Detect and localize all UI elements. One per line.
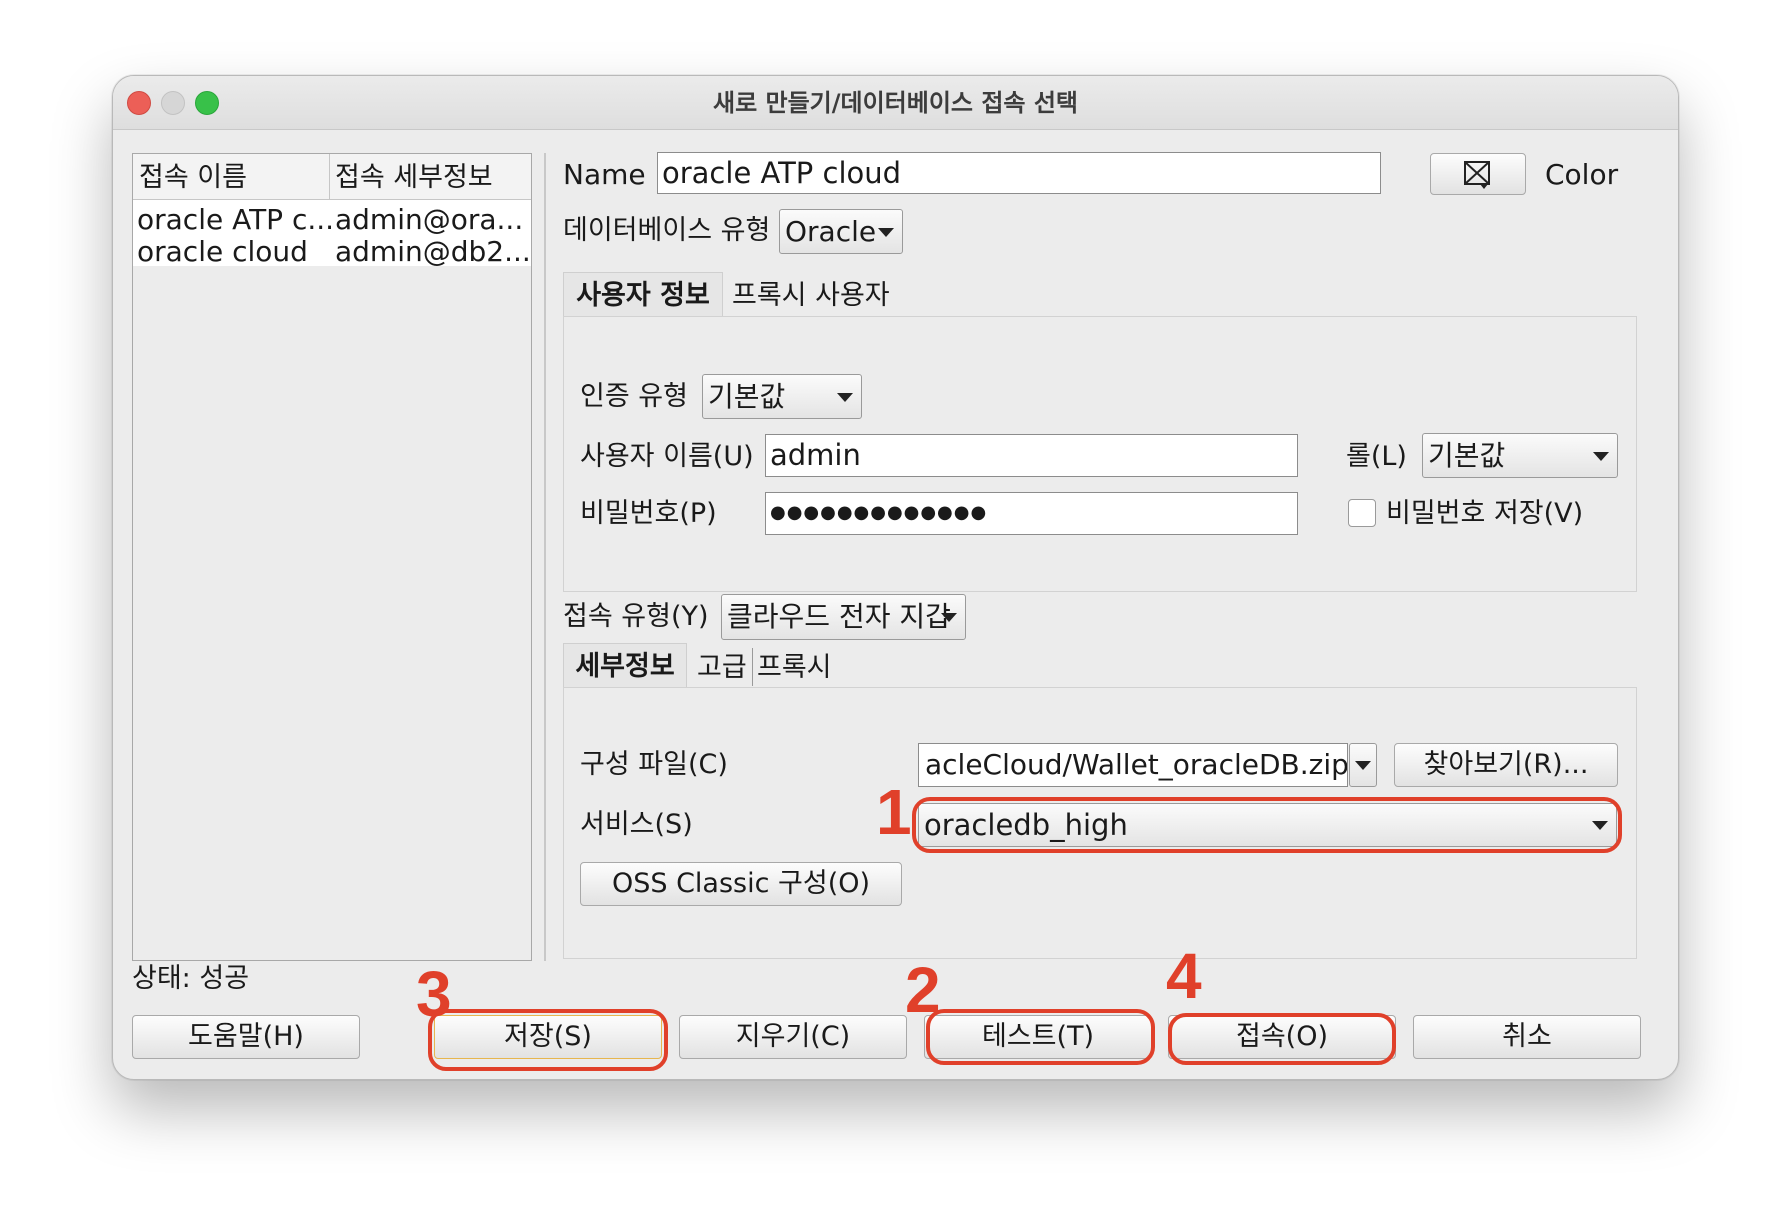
annotation-number-3: 3 [416,958,452,1030]
chevron-down-icon [837,392,853,402]
auth-type-select[interactable]: 기본값 [702,374,862,419]
conn-type-label: 접속 유형(Y) [563,601,709,632]
chevron-down-icon [1593,451,1609,461]
annotation-number-4: 4 [1166,940,1202,1012]
name-input[interactable]: oracle ATP cloud [657,152,1381,194]
column-header-details[interactable]: 접속 세부정보 [335,164,493,191]
color-label: Color [1545,158,1619,191]
chevron-down-icon [941,613,957,622]
service-select[interactable]: oracledb_high [918,803,1617,847]
tab-proxy[interactable]: 프록시 [757,654,832,681]
db-type-select[interactable]: Oracle [779,209,903,254]
list-item-name[interactable]: oracle ATP c... [137,206,334,234]
role-select[interactable]: 기본값 [1422,433,1618,478]
username-label: 사용자 이름(U) [580,441,754,472]
service-label: 서비스(S) [580,809,693,840]
oss-classic-button[interactable]: OSS Classic 구성(O) [580,862,902,906]
username-input[interactable]: admin [765,434,1298,477]
window-title: 새로 만들기/데이터베이스 접속 선택 [712,89,1079,117]
auth-type-label: 인증 유형 [580,381,688,412]
chevron-down-icon [1355,761,1371,770]
conn-type-select[interactable]: 클라우드 전자 지갑 [721,594,966,640]
config-file-dropdown[interactable] [1349,743,1377,787]
cancel-button[interactable]: 취소 [1413,1015,1641,1059]
list-item-name[interactable]: oracle cloud [137,238,308,266]
help-button[interactable]: 도움말(H) [132,1015,360,1059]
db-type-label: 데이터베이스 유형 [563,215,771,246]
config-file-label: 구성 파일(C) [580,749,728,780]
password-label: 비밀번호(P) [580,498,717,529]
color-picker-button[interactable] [1430,153,1526,195]
tab-advanced[interactable]: 고급 [697,654,747,681]
column-header-name[interactable]: 접속 이름 [139,164,247,191]
chevron-down-icon [1592,821,1608,830]
tab-proxy-user[interactable]: 프록시 사용자 [732,282,890,309]
color-swatch-icon [1464,161,1490,189]
save-password-label: 비밀번호 저장(V) [1386,498,1584,529]
chevron-down-icon [878,227,894,237]
connect-button[interactable]: 접속(O) [1168,1015,1396,1059]
list-item-details[interactable]: admin@ora... [335,206,523,234]
browse-button[interactable]: 찾아보기(R)... [1394,743,1618,787]
list-item-details[interactable]: admin@db2... [335,238,531,266]
name-label: Name [563,158,646,191]
clear-button[interactable]: 지우기(C) [679,1015,907,1059]
tab-details[interactable]: 세부정보 [563,643,687,689]
status-text: 상태: 성공 [132,963,250,994]
annotation-number-2: 2 [905,954,941,1026]
save-button[interactable]: 저장(S) [434,1015,662,1059]
save-password-checkbox[interactable] [1348,499,1376,527]
split-divider[interactable] [544,153,546,961]
password-input[interactable]: ●●●●●●●●●●●●● [765,492,1298,535]
connection-list[interactable]: 접속 이름 접속 세부정보 oracle ATP c... admin@ora.… [132,153,532,961]
test-button[interactable]: 테스트(T) [924,1015,1152,1059]
tab-user-info[interactable]: 사용자 정보 [563,272,723,318]
annotation-number-1: 1 [876,776,912,848]
config-file-input[interactable]: acleCloud/Wallet_oracleDB.zip [918,743,1348,787]
role-label: 롤(L) [1346,441,1407,472]
